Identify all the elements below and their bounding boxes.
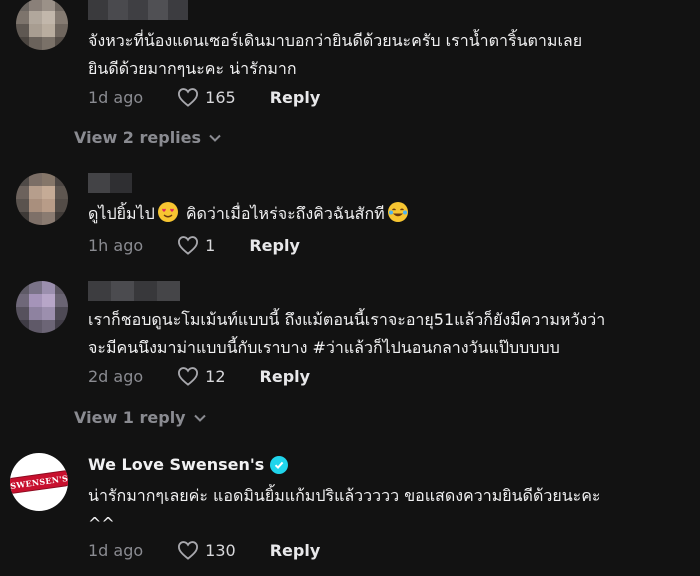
like-button[interactable]: 12 <box>177 366 226 386</box>
view-replies-button[interactable]: View 1 reply <box>74 408 206 427</box>
comment-text-start: ดูไปยิ้มไป <box>88 204 155 223</box>
comment-text: จังหวะที่น้องแดนเซอร์เดินมาบอกว่ายินดีด้… <box>88 31 583 78</box>
timestamp: 2d ago <box>88 366 144 386</box>
chevron-down-icon <box>193 414 206 422</box>
comment-actions: 1d ago 165 Reply <box>88 85 320 109</box>
like-count: 1 <box>205 235 216 255</box>
reply-button[interactable]: Reply <box>270 88 321 107</box>
heart-icon <box>178 88 199 107</box>
brand-avatar[interactable]: SWENSEN'S <box>10 453 68 511</box>
redacted-username <box>88 0 188 20</box>
comment-text: น่ารักมากๆเลยค่ะ แอดมินยิ้มแก้มปริแล้ววว… <box>88 486 601 533</box>
redacted-username <box>88 173 132 193</box>
redacted-username <box>88 281 180 301</box>
timestamp: 1h ago <box>88 235 144 255</box>
heart-icon <box>178 541 199 560</box>
tears-of-joy-emoji <box>387 202 408 222</box>
avatar[interactable] <box>16 0 68 50</box>
reply-button[interactable]: Reply <box>260 367 311 386</box>
heart-eyes-emoji <box>157 202 178 222</box>
reply-button[interactable]: Reply <box>270 541 321 560</box>
heart-icon <box>178 236 199 255</box>
timestamp: 1d ago <box>88 540 144 560</box>
like-button[interactable]: 130 <box>177 540 236 560</box>
comment-text-middle: คิดว่าเมื่อไหร่จะถึงคิวฉันสักที <box>185 204 385 223</box>
comment-author[interactable]: We Love Swensen's <box>88 455 289 474</box>
like-button[interactable]: 1 <box>177 235 215 255</box>
like-count: 165 <box>205 87 236 107</box>
comment-actions: 1h ago 1 Reply <box>88 233 300 257</box>
avatar[interactable] <box>16 173 68 225</box>
heart-icon <box>178 367 199 386</box>
view-replies-label: View 1 reply <box>74 408 186 427</box>
comment-actions: 1d ago 130 Reply <box>88 538 320 562</box>
comment-actions: 2d ago 12 Reply <box>88 364 310 388</box>
reply-button[interactable]: Reply <box>249 236 300 255</box>
avatar[interactable] <box>16 281 68 333</box>
view-replies-label: View 2 replies <box>74 128 202 147</box>
comment-text: เราก็ชอบดูนะโมเม้นท์แบบนี้ ถึงแม้ตอนนี้เ… <box>88 310 606 357</box>
like-count: 130 <box>205 540 236 560</box>
like-count: 12 <box>205 366 226 386</box>
chevron-down-icon <box>209 134 221 142</box>
timestamp: 1d ago <box>88 87 144 107</box>
view-replies-button[interactable]: View 2 replies <box>74 128 221 147</box>
swensens-logo: SWENSEN'S <box>10 470 68 494</box>
comment-text: ดูไปยิ้มไป คิดว่าเมื่อไหร่จะถึงคิวฉันสัก… <box>88 200 678 228</box>
author-name: We Love Swensen's <box>88 455 265 474</box>
verified-badge-icon <box>270 455 289 474</box>
like-button[interactable]: 165 <box>177 87 236 107</box>
